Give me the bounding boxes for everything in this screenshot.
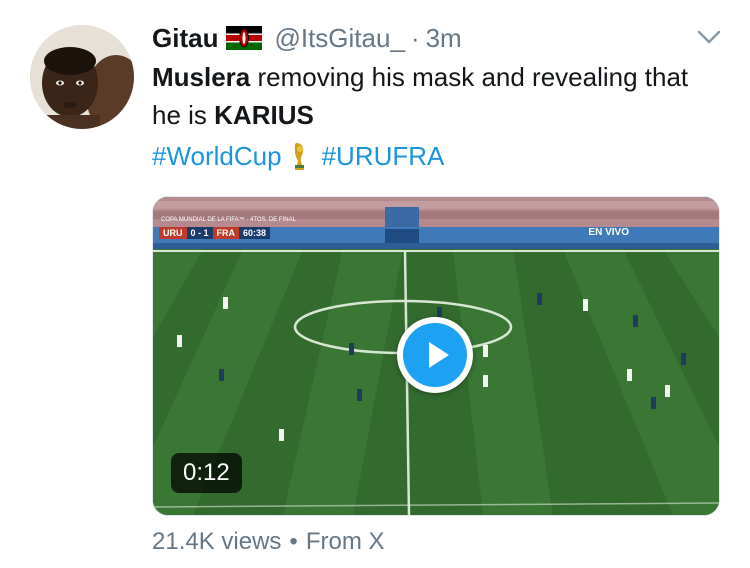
live-label: EN VIVO [588,227,629,238]
header-separator: · [410,22,420,53]
tweet-header: Gitau @ItsGitau_ · 3m [152,20,462,56]
kenya-flag-icon [226,26,263,50]
tweet-text-bold-2: KARIUS [214,100,314,130]
scoreboard-score: 0 - 1 [186,227,213,239]
footer-separator: • [289,528,298,555]
play-button-circle [403,323,467,387]
chevron-down-icon[interactable] [696,27,722,47]
author-name[interactable]: Gitau [152,23,218,54]
video-duration-badge: 0:12 [171,453,242,493]
scoreboard-team-1: URU [159,227,187,239]
play-icon [429,342,449,368]
scoreboard-competition: COPA MUNDIAL DE LA FIFA™ · 4TOS. DE FINA… [161,217,296,223]
avatar[interactable] [30,25,134,129]
view-count: 21.4K views [152,528,282,555]
video-player[interactable]: COPA MUNDIAL DE LA FIFA™ · 4TOS. DE FINA… [152,196,720,516]
world-cup-trophy-icon [292,141,308,171]
hashtag-row: #WorldCup #URUFRA [152,137,444,175]
hashtag-urufra[interactable]: #URUFRA [322,141,445,172]
hashtag-worldcup[interactable]: #WorldCup [152,141,282,172]
author-handle[interactable]: @ItsGitau_ [274,23,404,54]
scoreboard: URU 0 - 1 FRA 60:38 [159,227,271,239]
media-footer: 21.4K views • From X [152,526,384,558]
tweet-timestamp[interactable]: 3m [426,23,462,54]
tweet-text: Muslera removing his mask and revealing … [152,58,712,134]
scoreboard-clock: 60:38 [239,227,271,239]
tweet-text-bold-1: Muslera [152,62,251,92]
source-link[interactable]: From X [306,528,385,556]
avatar-image [30,25,134,129]
scoreboard-team-2: FRA [212,227,240,239]
play-button[interactable] [397,317,473,393]
